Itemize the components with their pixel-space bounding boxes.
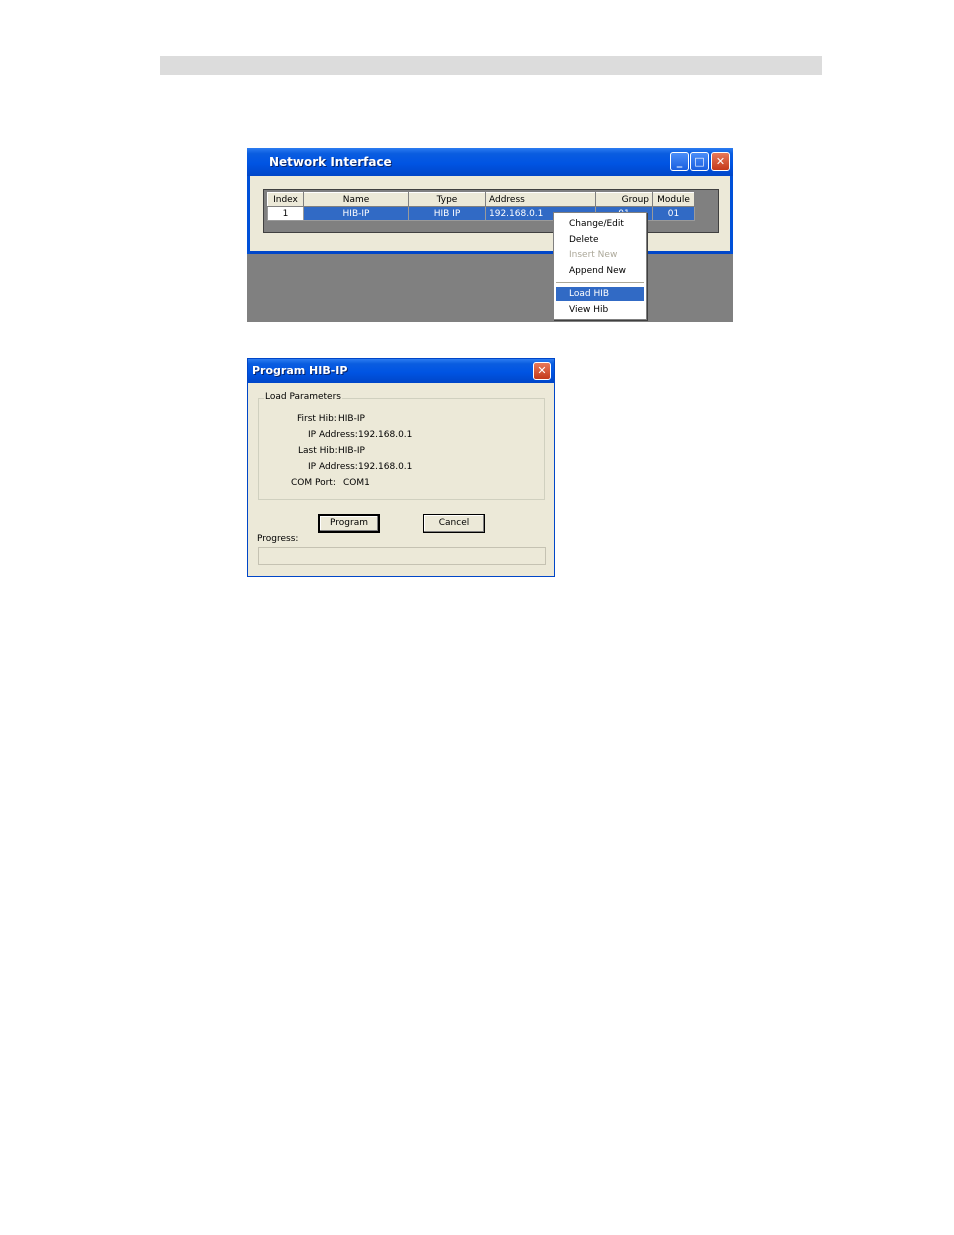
program-dialog: Program HIB-IP ✕ Load Parameters First H… (247, 358, 555, 577)
network-interface-window: Network Interface _ □ ✕ Index Name Type … (247, 148, 733, 322)
hib-grid[interactable]: Index Name Type Address Group Module 1 H… (263, 189, 719, 233)
menu-item-view-hib[interactable]: View Hib (556, 303, 644, 317)
menu-separator (556, 282, 644, 283)
titlebar[interactable]: Network Interface _ □ ✕ (247, 148, 733, 176)
last-ip-value: 192.168.0.1 (358, 462, 413, 472)
menu-item-insert-new: Insert New (569, 250, 618, 260)
close-button[interactable]: ✕ (711, 152, 730, 171)
window-title: Network Interface (269, 155, 392, 169)
first-hib-value: HIB-IP (338, 414, 365, 424)
page-header-bar (160, 56, 822, 75)
last-ip-label: IP Address: (308, 462, 358, 472)
cell-index[interactable]: 1 (267, 206, 304, 221)
last-hib-label: Last Hib: (298, 446, 338, 456)
table-header-row: Index Name Type Address Group Module (267, 192, 695, 207)
menu-item-load-hib[interactable]: Load HIB (556, 287, 644, 301)
program-button[interactable]: Program (318, 514, 380, 533)
close-icon: ✕ (715, 155, 726, 168)
window-border (730, 176, 733, 254)
cancel-button[interactable]: Cancel (423, 514, 485, 533)
cell-type[interactable]: HIB IP (408, 206, 486, 221)
com-port-value: COM1 (343, 478, 370, 488)
first-ip-label: IP Address: (308, 430, 358, 440)
first-hib-label: First Hib: (297, 414, 337, 424)
com-port-label: COM Port: (291, 478, 336, 488)
progress-label: Progress: (257, 534, 299, 544)
group-label: Load Parameters (264, 392, 342, 402)
minimize-button[interactable]: _ (670, 152, 689, 171)
first-ip-value: 192.168.0.1 (358, 430, 413, 440)
maximize-icon: □ (694, 155, 705, 168)
menu-item-delete[interactable]: Delete (556, 233, 644, 247)
dialog-close-button[interactable]: ✕ (533, 362, 551, 380)
last-hib-value: HIB-IP (338, 446, 365, 456)
cell-name[interactable]: HIB-IP (303, 206, 409, 221)
maximize-button[interactable]: □ (690, 152, 709, 171)
column-header-address[interactable]: Address (485, 192, 596, 207)
column-header-type[interactable]: Type (408, 192, 486, 207)
column-header-module[interactable]: Module (652, 192, 695, 207)
window-body: Index Name Type Address Group Module 1 H… (250, 176, 730, 254)
menu-item-append-new[interactable]: Append New (556, 264, 644, 278)
progress-bar (258, 547, 546, 565)
dialog-titlebar[interactable]: Program HIB-IP ✕ (248, 359, 554, 383)
context-menu: Change/Edit Delete Insert New Append New… (553, 212, 647, 320)
load-parameters-group: Load Parameters First Hib: HIB-IP IP Add… (258, 392, 545, 500)
cell-module[interactable]: 01 (652, 206, 695, 221)
column-header-name[interactable]: Name (303, 192, 409, 207)
column-header-index[interactable]: Index (267, 192, 304, 207)
close-icon: ✕ (537, 364, 547, 377)
menu-item-change-edit[interactable]: Change/Edit (556, 217, 644, 231)
dialog-title: Program HIB-IP (252, 364, 348, 377)
minimize-icon: _ (676, 155, 683, 168)
column-header-group[interactable]: Group (595, 192, 653, 207)
